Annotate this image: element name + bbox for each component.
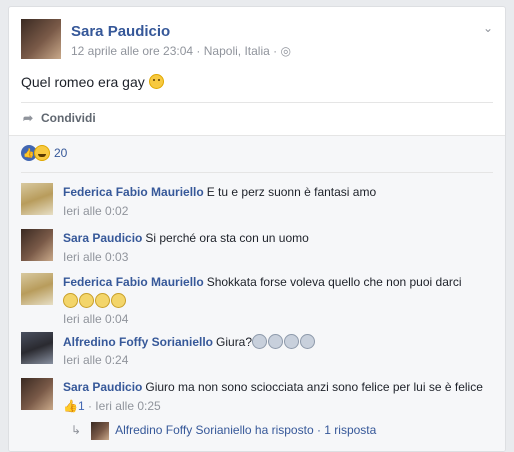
comment-timestamp[interactable]: · Ieri alle 0:25 bbox=[85, 399, 161, 413]
comment-line: Federica Fabio Mauriello Shokkata forse v… bbox=[63, 275, 462, 289]
commenter-name[interactable]: Sara Paudicio bbox=[63, 380, 142, 394]
commenter-avatar[interactable] bbox=[21, 229, 53, 261]
globe-icon: ◎ bbox=[280, 44, 291, 58]
commenter-name[interactable]: Federica Fabio Mauriello bbox=[63, 185, 204, 199]
post-timestamp[interactable]: 12 aprile alle ore 23:04 · Napoli, Itali… bbox=[71, 44, 280, 58]
post-card: Sara Paudicio 12 aprile alle ore 23:04 ·… bbox=[8, 6, 506, 452]
commenter-name[interactable]: Alfredino Foffy Sorianiello bbox=[63, 335, 213, 349]
post-text: Quel romeo era gay bbox=[21, 74, 164, 90]
replier-avatar bbox=[91, 422, 110, 440]
comment-text: Giuro ma non sono sciocciata anzi sono f… bbox=[145, 380, 483, 394]
comment-timestamp[interactable]: Ieri alle 0:03 bbox=[63, 250, 128, 264]
author-name[interactable]: Sara Paudicio bbox=[71, 23, 170, 40]
post-meta: 12 aprile alle ore 23:04 · Napoli, Itali… bbox=[71, 44, 291, 58]
divider bbox=[21, 102, 493, 103]
share-label: Condividi bbox=[41, 111, 96, 125]
comment-like-count[interactable]: 1 bbox=[78, 399, 85, 413]
comment-timestamp[interactable]: Ieri alle 0:02 bbox=[63, 204, 128, 218]
laughing-emoji-icon bbox=[111, 293, 126, 308]
fearful-emoji-icon bbox=[284, 334, 300, 349]
comment-line: Sara Paudicio Si perché ora sta con un uo… bbox=[63, 231, 309, 245]
laughing-emoji-icon bbox=[63, 293, 78, 308]
view-replies-link[interactable]: ↳ Alfredino Foffy Sorianiello ha risposto… bbox=[71, 422, 376, 440]
comment-text: E tu e perz suonn è fantasi amo bbox=[206, 185, 377, 199]
reaction-count[interactable]: 20 bbox=[54, 146, 67, 160]
fearful-emoji-icon bbox=[300, 334, 316, 349]
reply-arrow-icon: ↳ bbox=[71, 423, 82, 438]
comment-line: Sara Paudicio Giuro ma non sono sciocciat… bbox=[63, 380, 483, 394]
comment-timestamp[interactable]: Ieri alle 0:24 bbox=[63, 353, 128, 367]
chevron-down-icon[interactable]: ⌄ bbox=[483, 21, 493, 35]
share-arrow-icon: ➦ bbox=[23, 111, 34, 125]
comment-timestamp[interactable]: Ieri alle 0:04 bbox=[63, 312, 128, 326]
comment-line: Federica Fabio Mauriello E tu e perz suon… bbox=[63, 185, 376, 199]
like-count-icon[interactable]: 👍 bbox=[63, 399, 78, 413]
share-button[interactable]: ➦ Condividi bbox=[23, 111, 96, 125]
comment-text: Shokkata forse voleva quello che non puo… bbox=[206, 275, 462, 289]
commenter-name[interactable]: Sara Paudicio bbox=[63, 231, 142, 245]
wink-emoji-icon bbox=[148, 74, 164, 89]
haha-reaction-icon bbox=[34, 145, 50, 161]
post-text-body: Quel romeo era gay bbox=[21, 74, 145, 90]
comments-area: 👍 20 Federica Fabio Mauriello E tu e perz … bbox=[9, 136, 505, 451]
commenter-avatar[interactable] bbox=[21, 378, 53, 410]
reactions-summary[interactable]: 👍 20 bbox=[21, 145, 67, 161]
comment-emoji-row bbox=[63, 293, 127, 308]
author-avatar[interactable] bbox=[21, 19, 61, 59]
commenter-name[interactable]: Federica Fabio Mauriello bbox=[63, 275, 204, 289]
comment-text: Si perché ora sta con un uomo bbox=[145, 231, 309, 245]
comment-meta: 👍1 · Ieri alle 0:25 bbox=[63, 399, 161, 413]
commenter-avatar[interactable] bbox=[21, 332, 53, 364]
divider bbox=[21, 172, 493, 173]
comment-line: Alfredino Foffy Sorianiello Giura? bbox=[63, 334, 316, 349]
reply-summary[interactable]: Alfredino Foffy Sorianiello ha risposto … bbox=[115, 423, 376, 437]
post-header: Sara Paudicio 12 aprile alle ore 23:04 ·… bbox=[21, 19, 493, 63]
laughing-emoji-icon bbox=[95, 293, 110, 308]
commenter-avatar[interactable] bbox=[21, 183, 53, 215]
fearful-emoji-icon bbox=[252, 334, 268, 349]
commenter-avatar[interactable] bbox=[21, 273, 53, 305]
comment-text: Giura? bbox=[216, 335, 253, 349]
laughing-emoji-icon bbox=[79, 293, 94, 308]
fearful-emoji-icon bbox=[268, 334, 284, 349]
